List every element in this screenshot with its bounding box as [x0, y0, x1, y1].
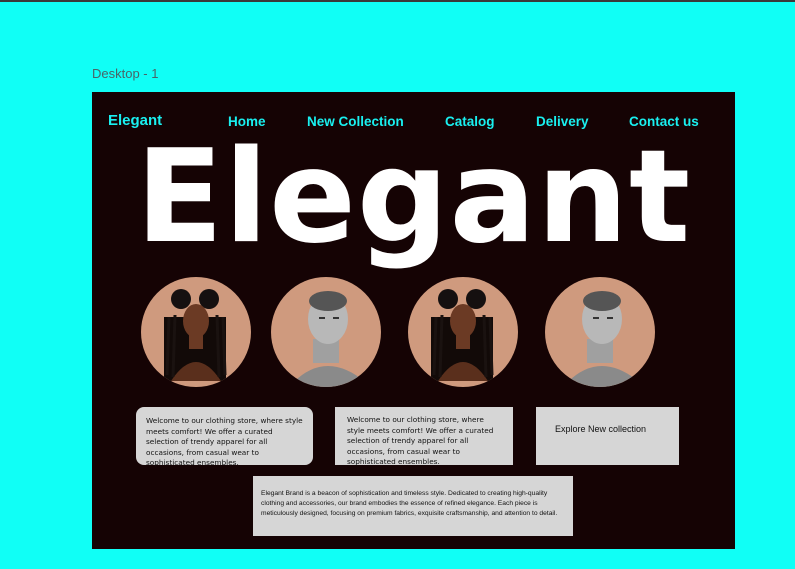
man-portrait-icon [271, 277, 381, 387]
welcome-text: Welcome to our clothing store, where sty… [347, 415, 494, 466]
welcome-text: Welcome to our clothing store, where sty… [146, 416, 303, 467]
brand-description-card: Elegant Brand is a beacon of sophisticat… [253, 476, 573, 536]
hero-title: Elegant [135, 123, 692, 272]
desktop-frame: Elegant Home New Collection Catalog Deli… [92, 92, 735, 549]
welcome-card: Welcome to our clothing store, where sty… [335, 407, 513, 466]
window-top-border [0, 0, 795, 2]
frame-label: Desktop - 1 [92, 66, 159, 81]
woman-portrait-icon [408, 277, 518, 387]
explore-collection-button[interactable]: Explore New collection [536, 407, 679, 465]
man-portrait-icon [545, 277, 655, 387]
welcome-card: Welcome to our clothing store, where sty… [136, 407, 313, 467]
brand-description-text: Elegant Brand is a beacon of sophisticat… [261, 490, 558, 518]
explore-collection-label: Explore New collection [555, 424, 647, 434]
woman-portrait-icon [141, 277, 251, 387]
